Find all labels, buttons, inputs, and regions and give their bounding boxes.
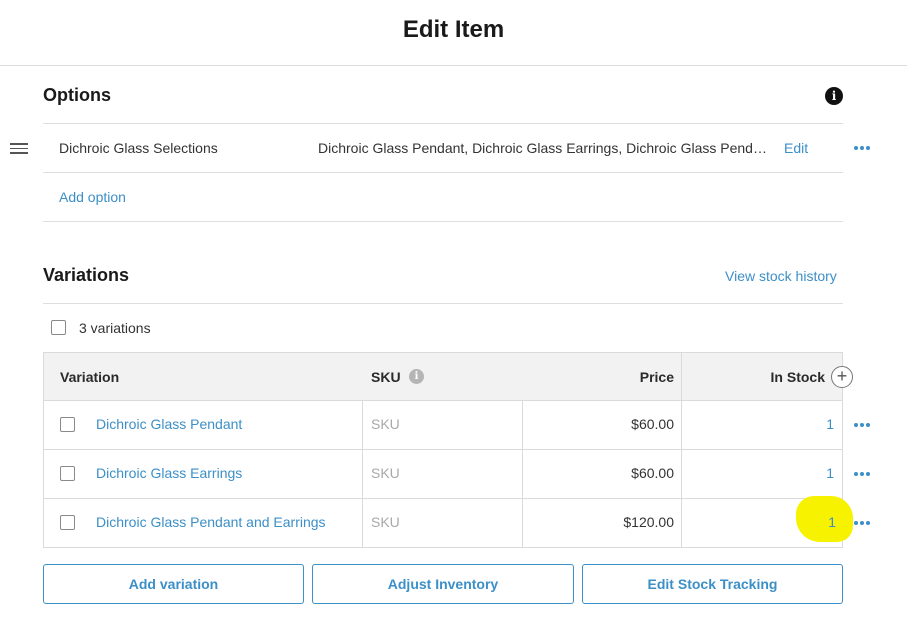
column-divider <box>681 353 682 401</box>
add-option-link[interactable]: Add option <box>59 189 126 205</box>
adjust-inventory-button[interactable]: Adjust Inventory <box>312 564 574 604</box>
divider <box>43 221 843 222</box>
cell-divider <box>362 499 363 548</box>
table-header: Variation SKU i Price In Stock + <box>44 353 853 401</box>
column-in-stock: In Stock <box>770 369 825 385</box>
divider <box>43 123 843 124</box>
plus-circle-icon[interactable]: + <box>831 366 853 388</box>
variations-count: 3 variations <box>79 320 151 336</box>
more-icon[interactable] <box>854 423 874 431</box>
sku-field[interactable]: SKU <box>371 514 400 530</box>
more-icon[interactable] <box>854 521 874 529</box>
divider <box>43 172 843 173</box>
more-icon[interactable] <box>854 472 874 480</box>
view-stock-history-link[interactable]: View stock history <box>725 268 837 284</box>
row-checkbox[interactable] <box>60 417 75 432</box>
cell-divider <box>362 401 363 450</box>
column-sku: SKU <box>371 369 401 385</box>
table-row: Dichroic Glass Pendant and Earrings SKU … <box>44 499 842 548</box>
cell-divider <box>681 499 682 548</box>
info-icon[interactable]: i <box>825 87 843 105</box>
table-row: Dichroic Glass Pendant SKU $60.00 1 <box>44 401 842 450</box>
column-variation: Variation <box>60 369 120 385</box>
options-title: Options <box>43 85 111 105</box>
sku-info-icon[interactable]: i <box>409 369 424 384</box>
highlight-marker <box>796 496 853 542</box>
add-variation-button[interactable]: Add variation <box>43 564 304 604</box>
variations-table: Variation SKU i Price In Stock + Dichroi… <box>43 352 853 548</box>
table-row: Dichroic Glass Earrings SKU $60.00 1 <box>44 450 842 499</box>
stock-count-link[interactable]: 1 <box>826 416 834 432</box>
price-field[interactable]: $120.00 <box>623 514 674 530</box>
variation-name-link[interactable]: Dichroic Glass Pendant <box>96 416 242 432</box>
more-icon[interactable] <box>854 146 874 154</box>
variations-title: Variations <box>43 265 130 285</box>
page-title: Edit Item <box>402 16 505 43</box>
option-name: Dichroic Glass Selections <box>59 140 218 156</box>
variation-name-link[interactable]: Dichroic Glass Pendant and Earrings <box>96 514 326 530</box>
edit-option-link[interactable]: Edit <box>784 140 808 156</box>
stock-count-link[interactable]: 1 <box>828 514 836 530</box>
option-values: Dichroic Glass Pendant, Dichroic Glass E… <box>318 140 768 156</box>
cell-divider <box>522 401 523 450</box>
page-header: Edit Item <box>0 0 907 66</box>
sku-field[interactable]: SKU <box>371 416 400 432</box>
stock-count-link[interactable]: 1 <box>826 465 834 481</box>
divider <box>43 303 843 304</box>
cell-divider <box>681 401 682 450</box>
price-field[interactable]: $60.00 <box>631 416 674 432</box>
sku-field[interactable]: SKU <box>371 465 400 481</box>
drag-handle-icon[interactable] <box>10 143 28 155</box>
cell-divider <box>522 450 523 499</box>
cell-divider <box>522 499 523 548</box>
row-checkbox[interactable] <box>60 466 75 481</box>
price-field[interactable]: $60.00 <box>631 465 674 481</box>
cell-divider <box>362 450 363 499</box>
variation-name-link[interactable]: Dichroic Glass Earrings <box>96 465 242 481</box>
column-price: Price <box>639 369 674 385</box>
select-all-checkbox[interactable] <box>51 320 66 335</box>
edit-stock-tracking-button[interactable]: Edit Stock Tracking <box>582 564 843 604</box>
cell-divider <box>681 450 682 499</box>
row-checkbox[interactable] <box>60 515 75 530</box>
